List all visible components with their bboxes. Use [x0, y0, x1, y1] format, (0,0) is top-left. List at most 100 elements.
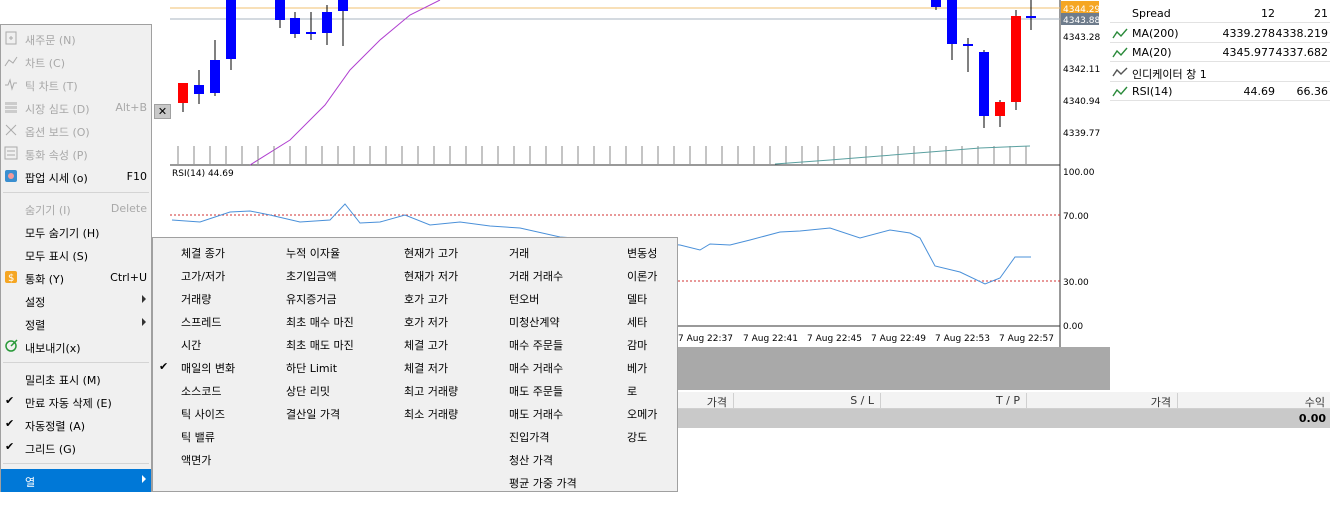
column-toggle-item[interactable]: 강도 — [627, 424, 727, 447]
data-window-row[interactable]: RSI(14) 44.69 66.36 — [1110, 82, 1330, 101]
column-toggle-item[interactable]: 매도 거래수 — [509, 401, 609, 424]
column-toggle-item[interactable]: 매일의 변화 — [181, 355, 281, 378]
column-toggle-item[interactable]: 현재가 고가 — [404, 240, 504, 263]
column-toggle-item[interactable]: 감마 — [627, 332, 727, 355]
menu-item-shortcut: Ctrl+U — [110, 271, 147, 284]
menu-item[interactable]: 밀리초 표시 (M) — [1, 367, 151, 390]
column-toggle-label: 강도 — [627, 431, 648, 444]
column-toggle-label: 체결 고가 — [404, 339, 448, 352]
column-toggle-item[interactable]: 이론가 — [627, 263, 727, 286]
menu-item-label: 통화 속성 (P) — [25, 149, 88, 162]
column-separator[interactable] — [1026, 393, 1027, 408]
column-toggle-item[interactable]: 호가 저가 — [404, 309, 504, 332]
column-toggle-item[interactable]: 초기입금액 — [286, 263, 386, 286]
column-separator[interactable] — [733, 393, 734, 408]
column-toggle-item[interactable]: 거래 거래수 — [509, 263, 609, 286]
column-toggle-item[interactable]: 최고 거래량 — [404, 378, 504, 401]
column-toggle-label: 현재가 고가 — [404, 247, 459, 260]
menu-item[interactable]: 모두 숨기기 (H) — [1, 220, 151, 243]
column-toggle-item[interactable]: 오메가 — [627, 401, 727, 424]
menu-item[interactable]: 틱 차트 (T) — [1, 73, 151, 96]
data-window-row[interactable]: 인디케이터 창 1 — [1110, 63, 1330, 82]
data-window-row[interactable]: Spread 12 21 — [1110, 4, 1330, 23]
column-toggle-item[interactable]: 최초 매수 마진 — [286, 309, 386, 332]
column-toggle-item[interactable]: 최소 거래량 — [404, 401, 504, 424]
column-toggle-item[interactable]: 베가 — [627, 355, 727, 378]
column-toggle-item[interactable]: 체결 종가 — [181, 240, 281, 263]
column-toggle-label: 틱 밸류 — [181, 431, 215, 444]
chart-icon — [4, 56, 18, 67]
column-toggle-item[interactable]: 평균 가중 가격 — [509, 470, 609, 493]
close-icon[interactable]: ✕ — [154, 104, 171, 119]
column-toggle-item[interactable]: 진입가격 — [509, 424, 609, 447]
column-toggle-label: 미청산계약 — [509, 316, 560, 329]
menu-item[interactable]: 내보내기(x) — [1, 335, 151, 358]
menu-item[interactable]: 열 — [1, 469, 151, 492]
column-toggle-item[interactable]: 하단 Limit — [286, 355, 386, 378]
column-header[interactable]: T / P — [996, 394, 1020, 407]
column-toggle-item[interactable]: 델타 — [627, 286, 727, 309]
column-toggle-item[interactable]: 틱 사이즈 — [181, 401, 281, 424]
menu-item[interactable]: 숨기기 (I) Delete — [1, 197, 151, 220]
menu-item[interactable]: 통화 속성 (P) — [1, 142, 151, 165]
column-toggle-item[interactable]: 액면가 — [181, 447, 281, 470]
menu-item[interactable]: 옵션 보드 (O) — [1, 119, 151, 142]
column-toggle-label: 고가/저가 — [181, 270, 226, 283]
column-toggle-label: 호가 저가 — [404, 316, 448, 329]
menu-item[interactable]: ✔ 자동정렬 (A) — [1, 413, 151, 436]
column-toggle-item[interactable]: 호가 고가 — [404, 286, 504, 309]
data-window-value: 66.36 — [1296, 85, 1329, 98]
data-window-row[interactable]: MA(20) 4345.977 4337.682 — [1110, 43, 1330, 62]
column-toggle-item[interactable]: 체결 고가 — [404, 332, 504, 355]
column-toggle-item[interactable]: 고가/저가 — [181, 263, 281, 286]
menu-item[interactable]: 모두 표시 (S) — [1, 243, 151, 266]
column-toggle-item[interactable]: 최초 매도 마진 — [286, 332, 386, 355]
column-toggle-item[interactable]: 매수 거래수 — [509, 355, 609, 378]
menu-item-label: 밀리초 표시 (M) — [25, 374, 101, 387]
column-toggle-item[interactable]: 매수 주문들 — [509, 332, 609, 355]
column-toggle-item[interactable]: 청산 가격 — [509, 447, 609, 470]
candle-body — [963, 44, 973, 46]
column-toggle-label: 최초 매도 마진 — [286, 339, 354, 352]
menu-item-label: 정렬 — [25, 319, 46, 332]
column-toggle-item[interactable]: 변동성 — [627, 240, 727, 263]
menu-item[interactable]: $ 통화 (Y) Ctrl+U — [1, 266, 151, 289]
column-toggle-item[interactable]: 거래량 — [181, 286, 281, 309]
menu-item[interactable]: 팝업 시세 (o) F10 — [1, 165, 151, 188]
column-toggle-item[interactable]: 현재가 저가 — [404, 263, 504, 286]
column-header[interactable]: 수익 — [1305, 394, 1325, 410]
menu-item-label: 만료 자동 삭제 (E) — [25, 397, 112, 410]
menu-item[interactable]: ✔ 만료 자동 삭제 (E) — [1, 390, 151, 413]
column-toggle-item[interactable]: 결산일 가격 — [286, 401, 386, 424]
menu-item[interactable]: 새주문 (N) — [1, 27, 151, 50]
data-window-row[interactable]: MA(200) 4339.278 4338.219 — [1110, 24, 1330, 43]
column-header[interactable]: S / L — [850, 394, 874, 407]
column-toggle-label: 상단 리밋 — [286, 385, 330, 398]
menu-item[interactable]: 시장 심도 (D) Alt+B — [1, 96, 151, 119]
column-toggle-item[interactable]: 턴오버 — [509, 286, 609, 309]
column-toggle-item[interactable]: 세타 — [627, 309, 727, 332]
menu-item-label: 차트 (C) — [25, 57, 66, 70]
column-toggle-item[interactable]: 상단 리밋 — [286, 378, 386, 401]
menu-item[interactable]: 설정 — [1, 289, 151, 312]
column-toggle-item[interactable]: 소스코드 — [181, 378, 281, 401]
menu-item[interactable]: 차트 (C) — [1, 50, 151, 73]
export-icon — [5, 339, 18, 352]
column-toggle-item[interactable]: 로 — [627, 378, 727, 401]
column-separator[interactable] — [880, 393, 881, 408]
column-toggle-item[interactable]: 시간 — [181, 332, 281, 355]
column-toggle-item[interactable]: 누적 이자율 — [286, 240, 386, 263]
column-toggle-item[interactable]: 거래 — [509, 240, 609, 263]
column-toggle-item[interactable]: 유지증거금 — [286, 286, 386, 309]
candle-body — [1026, 16, 1036, 18]
menu-item[interactable]: 정렬 — [1, 312, 151, 335]
column-toggle-item[interactable]: 체결 저가 — [404, 355, 504, 378]
column-separator[interactable] — [1177, 393, 1178, 408]
column-toggle-item[interactable]: 미청산계약 — [509, 309, 609, 332]
column-toggle-item[interactable]: 매도 주문들 — [509, 378, 609, 401]
column-toggle-item[interactable]: 스프레드 — [181, 309, 281, 332]
rsi-title: RSI(14) 44.69 — [172, 169, 234, 179]
menu-item[interactable]: ✔ 그리드 (G) — [1, 436, 151, 459]
column-toggle-item[interactable]: 틱 밸류 — [181, 424, 281, 447]
column-header[interactable]: 가격 — [1151, 394, 1171, 410]
